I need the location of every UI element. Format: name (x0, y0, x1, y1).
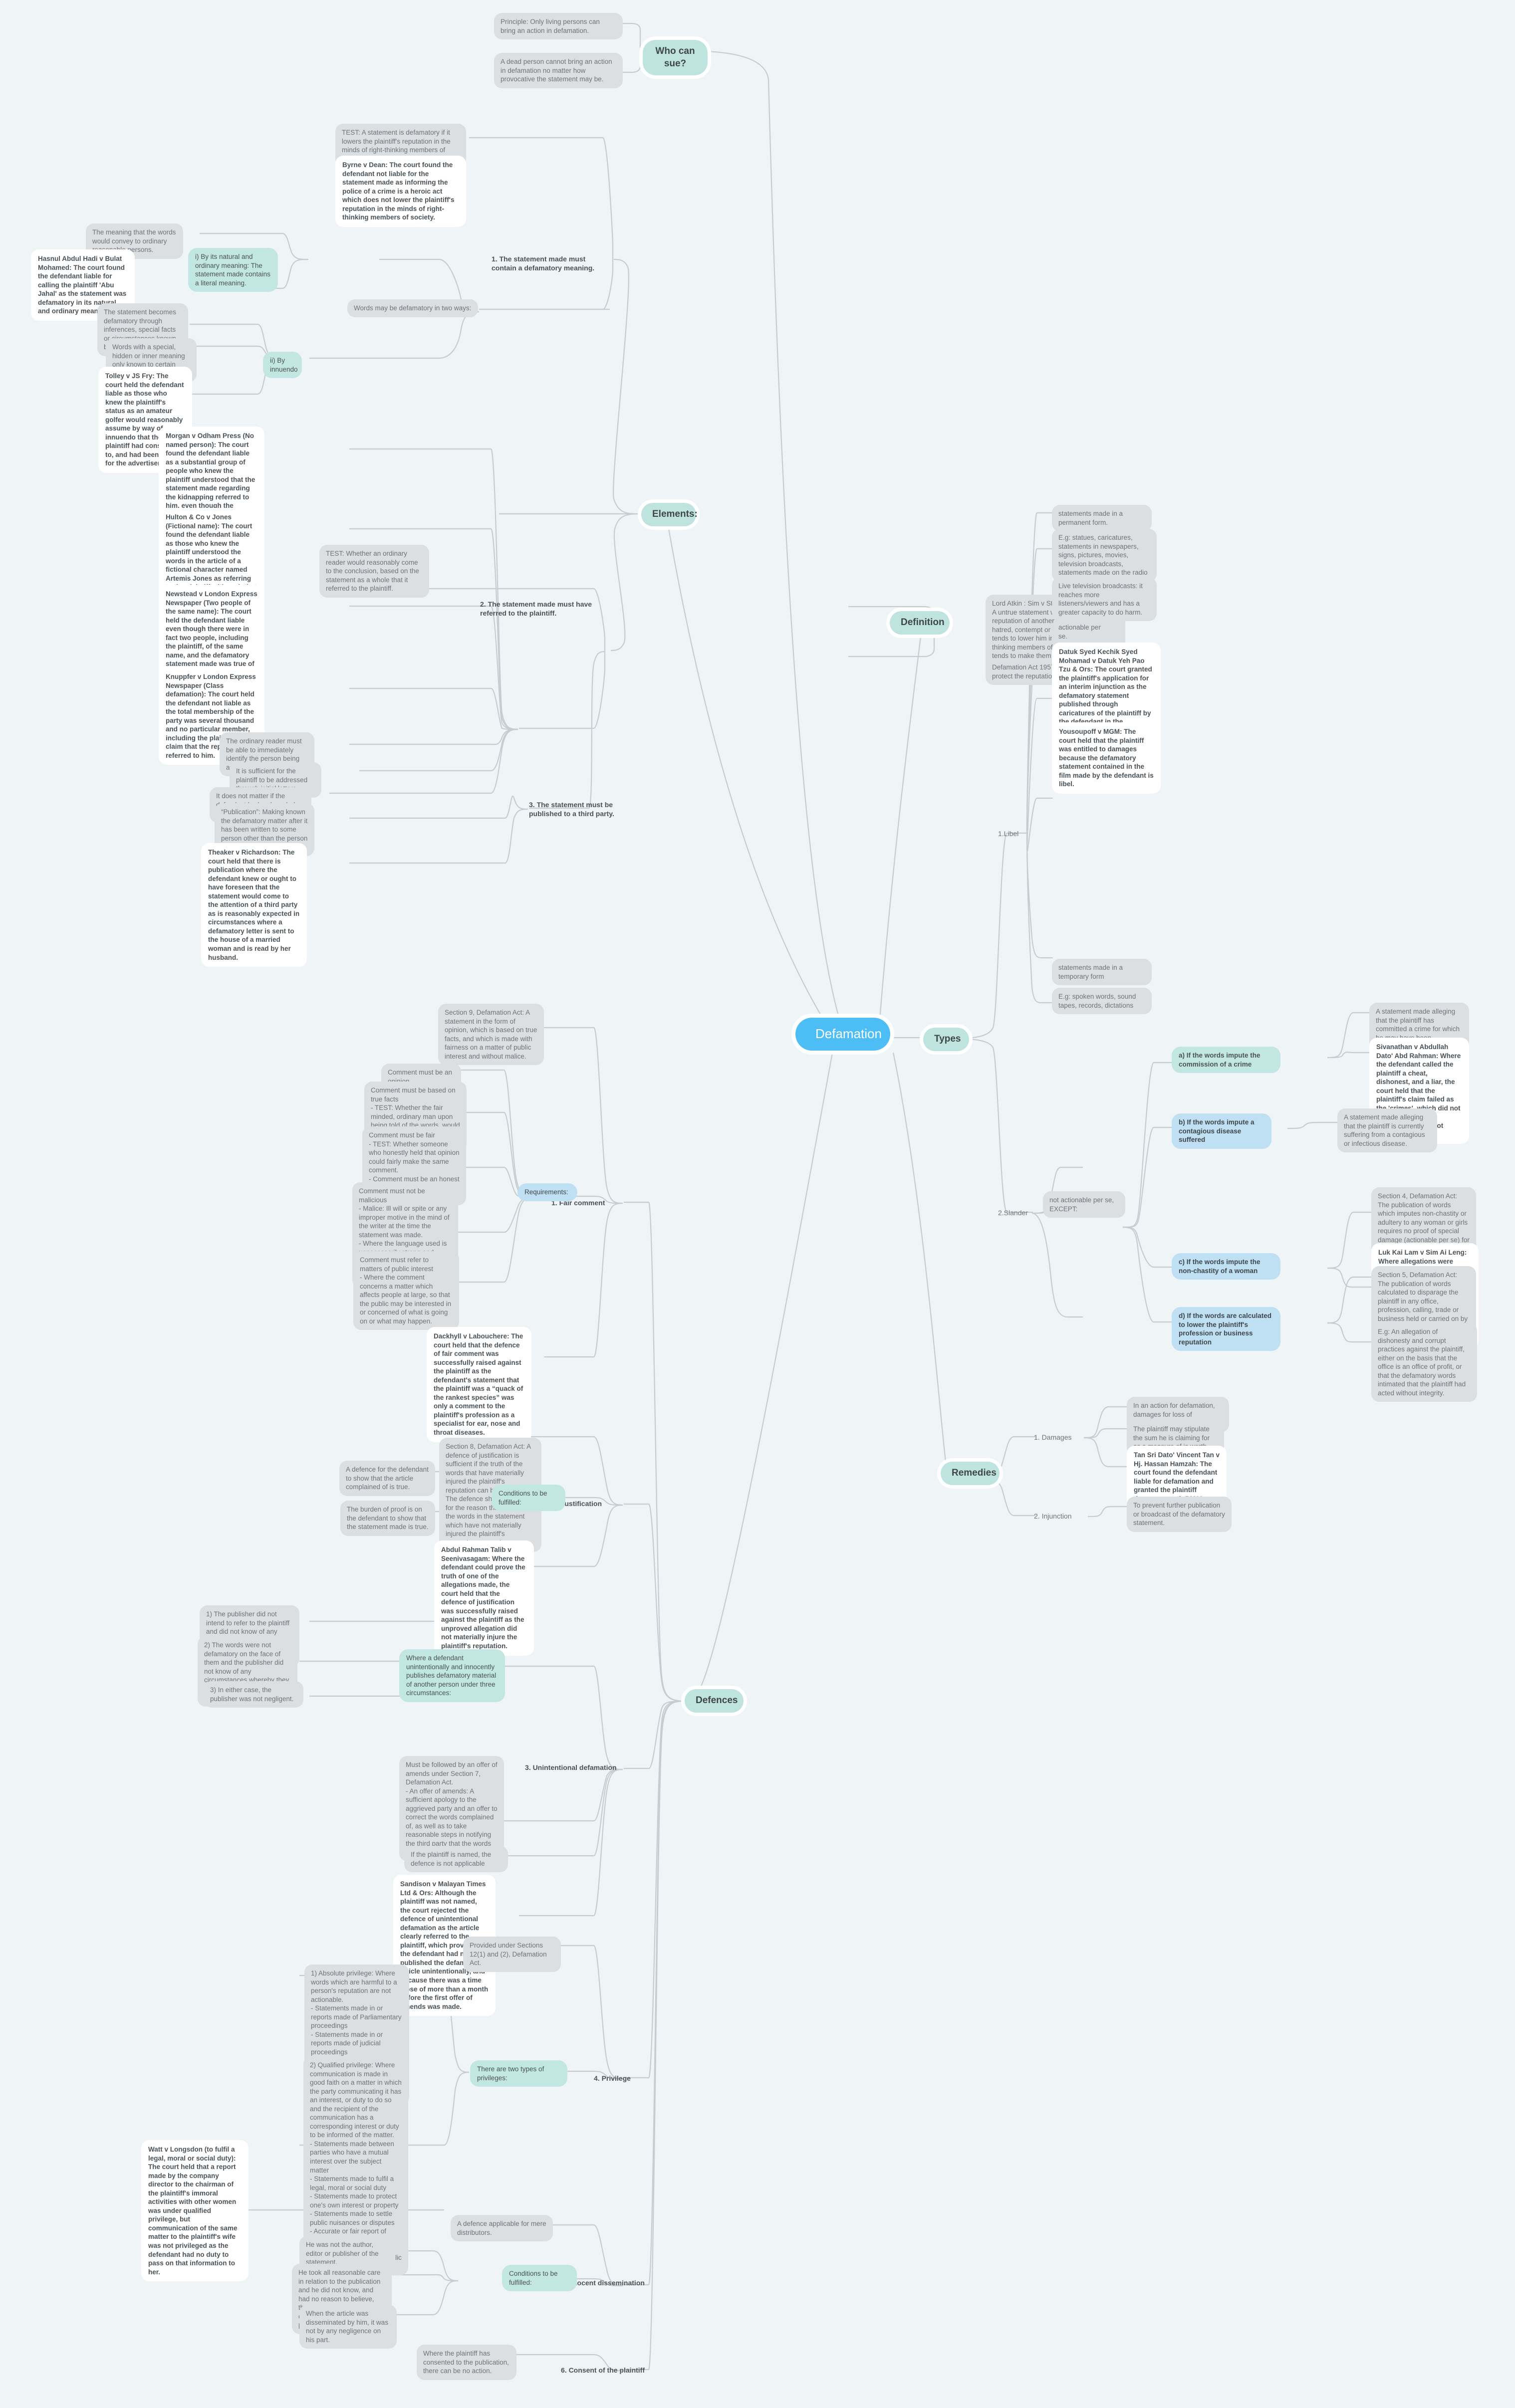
note-innocent-diss-distributors: A defence applicable for mere distributo… (451, 2215, 553, 2242)
case-watt-v-longsdon: Watt v Longsdon (to fulfil a legal, mora… (141, 2140, 249, 2282)
note-consent-description: Where the plaintiff has consented to the… (417, 2345, 516, 2380)
slander-exception-b[interactable]: b) If the words impute a contagious dise… (1172, 1113, 1271, 1149)
branch-definition[interactable]: Definition (890, 611, 950, 635)
node-privilege-two-types[interactable]: There are two types of privileges: (470, 2060, 567, 2087)
case-yousoupoff-v-mgm: Yousoupoff v MGM: The court held that th… (1052, 722, 1161, 794)
remedy-injunction-label: 2. Injunction (1034, 1512, 1072, 1520)
note-innocent-diss-cond-3: When the article was disseminated by him… (299, 2305, 397, 2349)
node-innocent-diss-conditions[interactable]: Conditions to be fulfilled: (502, 2265, 577, 2292)
slander-exception-d[interactable]: d) If the words are calculated to lower … (1172, 1307, 1280, 1351)
note-exception-b-description: A statement made alleging that the plain… (1337, 1108, 1437, 1153)
connector-lines (190, 22, 1372, 2372)
note-exception-d-example: E.g: An allegation of dishonesty and cor… (1371, 1323, 1477, 1402)
defence-consent-label: 6. Consent of the plaintiff (561, 2366, 645, 2374)
note-slander-examples: E.g: spoken words, sound tapes, records,… (1052, 988, 1152, 1015)
note-libel-live-tv: Live television broadcasts: it reaches m… (1052, 577, 1157, 622)
note-unintentional-plaintiff-named: If the plaintiff is named, the defence i… (404, 1846, 508, 1873)
note-element2-test: TEST: Whether an ordinary reader would r… (319, 545, 429, 598)
note-fair-comment-section9: Section 9, Defamation Act: A statement i… (438, 1004, 544, 1066)
type-slander-label: 2.Slander (998, 1209, 1028, 1217)
case-abdul-rahman-talib: Abdul Rahman Talib v Seenivasagam: Where… (434, 1540, 534, 1656)
branch-defences[interactable]: Defences (685, 1689, 744, 1713)
note-requirement-public-interest: Comment must refer to matters of public … (353, 1251, 459, 1330)
branch-elements[interactable]: Elements: (641, 503, 698, 526)
node-fair-comment-requirements[interactable]: Requirements: (517, 1183, 577, 1201)
slander-exception-a[interactable]: a) If the words impute the commission of… (1172, 1047, 1280, 1074)
remedy-damages-label: 1. Damages (1034, 1433, 1072, 1441)
node-way-innuendo[interactable]: ii) By innuendo (263, 352, 302, 379)
note-slander-not-actionable-except: not actionable per se, EXCEPT: (1043, 1191, 1125, 1218)
note-words-two-ways: Words may be defamatory in two ways: (347, 299, 478, 317)
defence-unintentional-label: 3. Unintentional defamation (525, 1763, 617, 1771)
root-node-defamation[interactable]: Defamation (795, 1018, 890, 1051)
branch-types[interactable]: Types (923, 1028, 969, 1051)
type-libel-label: 1.Libel (998, 830, 1019, 838)
element-1-label: 1. The statement made must contain a def… (492, 255, 595, 272)
slander-exception-c[interactable]: c) If the words impute the non-chastity … (1172, 1253, 1280, 1280)
mindmap-canvas: Defamation Who can sue? Principle: Only … (0, 0, 1515, 2408)
element-2-label: 2. The statement made must have referred… (480, 600, 592, 618)
case-byrne-v-dean: Byrne v Dean: The court found the defend… (335, 156, 466, 227)
element-3-label: 3. The statement must be published to a … (529, 801, 614, 818)
node-unintentional-header[interactable]: Where a defendant unintentionally and in… (399, 1649, 505, 1702)
note-who-can-sue-principle: Principle: Only living persons can bring… (494, 13, 623, 40)
node-way-natural-ordinary-meaning[interactable]: i) By its natural and ordinary meaning: … (188, 248, 278, 292)
case-dackhyll-v-labouchere: Dackhyll v Labouchere: The court held th… (427, 1327, 531, 1442)
note-who-can-sue-dead-person: A dead person cannot bring an action in … (494, 53, 623, 88)
note-justification-cond-1: A defence for the defendant to show that… (339, 1461, 435, 1496)
note-injunction-prevent: To prevent further publication or broadc… (1127, 1497, 1232, 1532)
defence-privilege-label: 4. Privilege (594, 2074, 631, 2082)
note-unintentional-circ-3: 3) In either case, the publisher was not… (204, 1681, 303, 1708)
note-libel-permanent-form: statements made in a permanent form. (1052, 505, 1152, 532)
note-libel-actionable-per-se: actionable per se. (1052, 619, 1117, 646)
branch-who-can-sue[interactable]: Who can sue? (643, 40, 708, 76)
note-justification-cond-2: The burden of proof is on the defendant … (340, 1501, 435, 1536)
case-theaker-v-richardson: Theaker v Richardson: The court held tha… (201, 843, 307, 967)
note-privilege-section12: Provided under Sections 12(1) and (2), D… (463, 1937, 561, 1972)
branch-remedies[interactable]: Remedies (941, 1462, 1000, 1485)
node-justification-conditions[interactable]: Conditions to be fulfilled: (492, 1485, 565, 1512)
note-slander-temporary-form: statements made in a temporary form (1052, 959, 1152, 986)
note-libel-examples: E.g: statues, caricatures, statements in… (1052, 529, 1157, 582)
